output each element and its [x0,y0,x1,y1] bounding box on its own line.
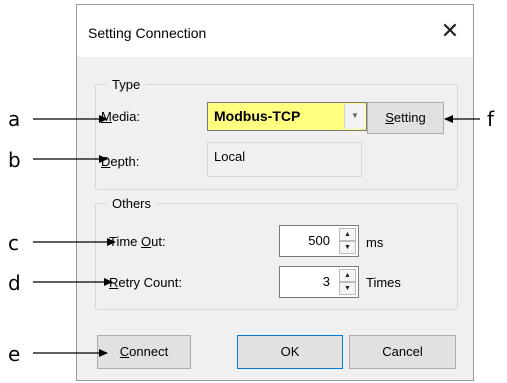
callout-arrows [33,115,480,357]
